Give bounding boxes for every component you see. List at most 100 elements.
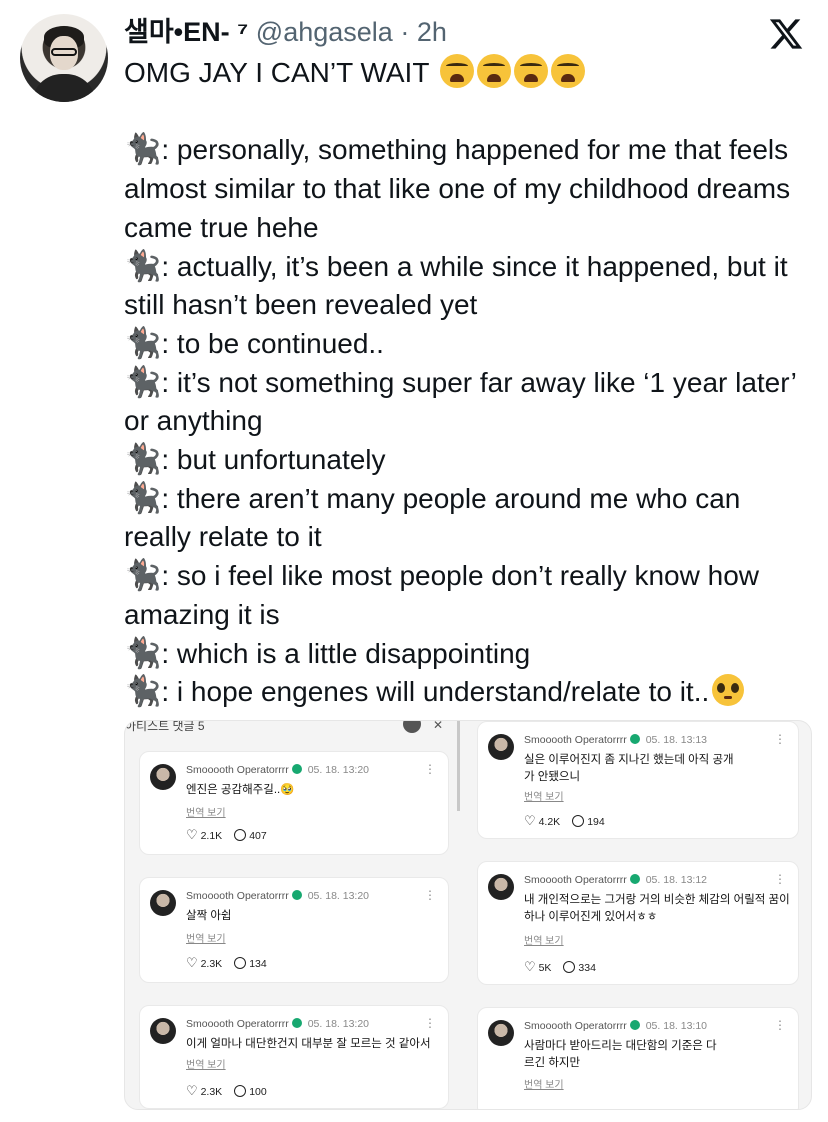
tweet-line-text: : but unfortunately bbox=[161, 444, 386, 476]
comment-body: 살짝 아쉽 bbox=[186, 910, 232, 922]
black-cat-icon: 🐈‍⬛ bbox=[124, 325, 162, 361]
reply-icon bbox=[234, 1085, 247, 1097]
display-name[interactable]: 샐마•EN- ⁷ bbox=[124, 17, 248, 47]
handle[interactable]: @ahgasela bbox=[256, 17, 393, 47]
reply-count: 334 bbox=[578, 962, 596, 974]
tweet-text: OMG JAY I CAN’T WAIT 🐈‍⬛: personally, so… bbox=[124, 54, 814, 712]
more-options-icon: ⋮ bbox=[774, 732, 786, 746]
comment-stats: ♡ 2.3K 134 bbox=[186, 956, 267, 971]
reply-icon bbox=[563, 961, 576, 973]
tweet-line-0: OMG JAY I CAN’T WAIT bbox=[124, 54, 814, 93]
tweet-line-6: 🐈‍⬛: there aren’t many people around me … bbox=[124, 480, 814, 557]
comment-time: 05. 18. 13:10 bbox=[645, 1020, 708, 1032]
avatar-glasses bbox=[51, 48, 77, 56]
commenter-avatar bbox=[488, 1020, 514, 1046]
comment-stats: ♡ 4.2K 194 bbox=[524, 814, 605, 829]
tweet-line-text: : it’s not something super far away like… bbox=[124, 366, 796, 437]
tweet-line-text: : to be continued.. bbox=[161, 327, 384, 359]
heart-icon: ♡ bbox=[186, 828, 198, 843]
loudly-crying-emoji-icon bbox=[439, 54, 474, 88]
tweet-line-text: : personally, something happened for me … bbox=[124, 134, 791, 243]
reply-count: 407 bbox=[249, 830, 267, 842]
scrollbar bbox=[457, 721, 460, 811]
like-count: 5K bbox=[538, 962, 552, 974]
translate-link: 번역 보기 bbox=[524, 792, 564, 803]
comment-card: Smooooth Operatorrrr 05. 18. 13:10 ⋮ 사람마다… bbox=[477, 1007, 799, 1109]
tweet-line-text: OMG JAY I CAN’T WAIT bbox=[124, 57, 429, 88]
verified-badge-icon bbox=[629, 734, 640, 744]
separator: · bbox=[400, 17, 410, 47]
commenter-avatar bbox=[488, 734, 514, 760]
heart-icon: ♡ bbox=[186, 956, 198, 971]
artist-comments-label: 아티스트 댓글 5 bbox=[125, 720, 205, 733]
comment-body: 엔진은 공감해주길..🥹 bbox=[186, 784, 295, 796]
reply-icon bbox=[234, 957, 247, 969]
heart-icon: ♡ bbox=[524, 814, 536, 829]
loudly-crying-emoji-icon bbox=[476, 54, 511, 88]
black-cat-icon: 🐈‍⬛ bbox=[124, 674, 162, 710]
tweet-line-2: 🐈‍⬛: actually, it’s been a while since i… bbox=[124, 248, 814, 325]
more-options-icon: ⋮ bbox=[424, 1016, 436, 1030]
verified-badge-icon bbox=[291, 1018, 302, 1028]
more-options-icon: ⋮ bbox=[424, 888, 436, 902]
reply-count: 100 bbox=[249, 1086, 267, 1098]
x-logo-icon bbox=[769, 19, 803, 49]
loudly-crying-emoji-icon bbox=[550, 54, 585, 88]
close-icon: ✕ bbox=[433, 720, 444, 732]
reply-icon bbox=[234, 829, 247, 841]
comment-card: Smooooth Operatorrrr 05. 18. 13:12 ⋮ 내 개인… bbox=[477, 861, 799, 985]
profile-avatar[interactable] bbox=[20, 14, 108, 102]
comment-time: 05. 18. 13:13 bbox=[645, 734, 708, 746]
embed-header: 아티스트 댓글 5 ✕ bbox=[125, 721, 445, 739]
black-cat-icon: 🐈‍⬛ bbox=[124, 132, 162, 168]
more-options-icon: ⋮ bbox=[774, 872, 786, 886]
tweet-line-text: : so i feel like most people don’t reall… bbox=[124, 560, 759, 630]
tweet-line-4: 🐈‍⬛: it’s not something super far away l… bbox=[124, 364, 814, 441]
verified-badge-icon bbox=[629, 874, 640, 884]
black-cat-icon: 🐈‍⬛ bbox=[124, 442, 162, 478]
more-options-icon: ⋮ bbox=[424, 762, 436, 776]
verified-badge-icon bbox=[291, 890, 302, 900]
commenter-name-text: Smooooth Operatorrrr bbox=[524, 874, 627, 886]
translate-link: 번역 보기 bbox=[186, 1060, 226, 1071]
comment-body: 사람마다 받아드리는 대단함의 기준은 다르긴 하지만 bbox=[524, 1040, 717, 1069]
commenter-name: Smooooth Operatorrrr 05. 18. 13:12 bbox=[524, 874, 707, 886]
tweet-line-text: : actually, it’s been a while since it h… bbox=[124, 250, 788, 321]
comment-card: Smooooth Operatorrrr 05. 18. 13:20 ⋮ 엔진은 … bbox=[139, 751, 449, 855]
commenter-name-text: Smooooth Operatorrrr bbox=[186, 1018, 289, 1030]
avatar-body bbox=[32, 74, 96, 102]
tweet-line-9: 🐈‍⬛: i hope engenes will understand/rela… bbox=[124, 673, 814, 712]
timestamp[interactable]: 2h bbox=[417, 17, 447, 47]
commenter-name-text: Smooooth Operatorrrr bbox=[524, 734, 627, 746]
translate-link: 번역 보기 bbox=[524, 936, 564, 947]
comment-stats: ♡ 2.1K 407 bbox=[186, 828, 267, 843]
verified-badge-icon bbox=[629, 1020, 640, 1030]
comment-time: 05. 18. 13:20 bbox=[307, 890, 370, 902]
comment-body: 내 개인적으로는 그거랑 거의 비슷한 체감의 어릴적 꿈이 하나 이루어진게 … bbox=[524, 894, 790, 923]
more-options-icon: ⋮ bbox=[774, 1018, 786, 1032]
comment-time: 05. 18. 13:20 bbox=[307, 1018, 370, 1030]
commenter-name: Smooooth Operatorrrr 05. 18. 13:13 bbox=[524, 734, 707, 746]
translate-link: 번역 보기 bbox=[524, 1080, 564, 1091]
black-cat-icon: 🐈‍⬛ bbox=[124, 364, 162, 400]
commenter-avatar bbox=[150, 1018, 176, 1044]
reply-icon bbox=[572, 815, 585, 827]
loudly-crying-emoji-icon bbox=[513, 54, 548, 88]
comment-card: Smooooth Operatorrrr 05. 18. 13:20 ⋮ 이게 얼… bbox=[139, 1005, 449, 1109]
heart-icon: ♡ bbox=[524, 960, 536, 975]
tweet-line-text: : there aren’t many people around me who… bbox=[124, 482, 741, 553]
comment-body: 이게 얼마나 대단한건지 대부분 잘 모르는 것 같아서 bbox=[186, 1038, 431, 1050]
commenter-avatar bbox=[150, 764, 176, 790]
embedded-screenshot[interactable]: 아티스트 댓글 5 ✕ Smooooth Operatorrrr 05. 18. … bbox=[124, 720, 812, 1110]
commenter-name-text: Smooooth Operatorrrr bbox=[186, 890, 289, 902]
tweet-line-1: 🐈‍⬛: personally, something happened for … bbox=[124, 131, 814, 247]
tweet-line-3: 🐈‍⬛: to be continued.. bbox=[124, 325, 814, 364]
translate-link: 번역 보기 bbox=[186, 934, 226, 945]
verified-badge-icon bbox=[291, 764, 302, 774]
tweet-line-7: 🐈‍⬛: so i feel like most people don’t re… bbox=[124, 557, 814, 634]
black-cat-icon: 🐈‍⬛ bbox=[124, 635, 162, 671]
translate-link: 번역 보기 bbox=[186, 808, 226, 819]
mini-avatar bbox=[403, 721, 421, 733]
pleading-face-emoji-icon bbox=[712, 674, 745, 707]
commenter-name: Smooooth Operatorrrr 05. 18. 13:20 bbox=[186, 1018, 369, 1030]
